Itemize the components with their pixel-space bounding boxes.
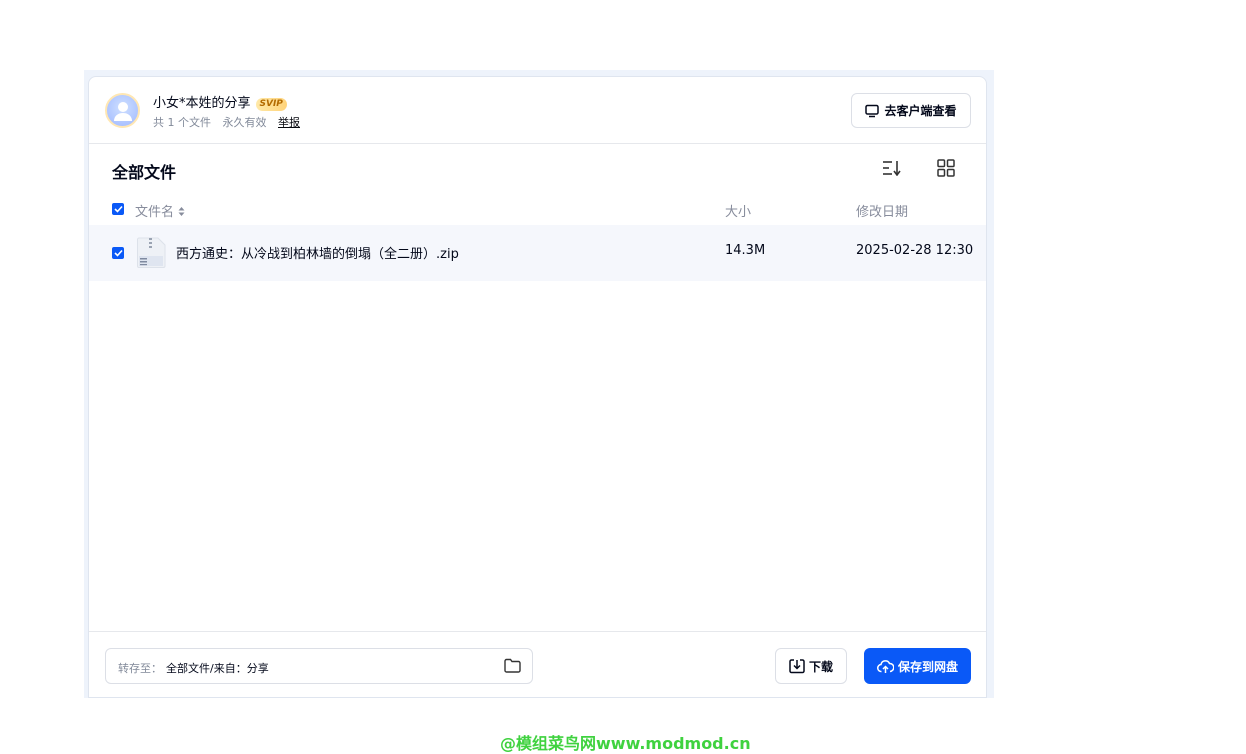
vip-badge: SVIP bbox=[255, 98, 287, 111]
cloud-upload-icon bbox=[876, 659, 894, 673]
share-owner-title: 小女*本姓的分享 SVIP bbox=[153, 92, 287, 111]
open-in-client-label: 去客户端查看 bbox=[884, 104, 957, 118]
column-header-size: 大小 bbox=[725, 205, 752, 220]
download-icon bbox=[789, 659, 805, 674]
sort-button[interactable] bbox=[881, 157, 903, 179]
save-location-selector[interactable]: 转存至： 全部文件/来自：分享 bbox=[105, 648, 533, 684]
grid-view-button[interactable] bbox=[935, 157, 957, 179]
share-footer: 转存至： 全部文件/来自：分享 下载 保存到网盘 bbox=[89, 631, 986, 697]
share-meta: 共 1 个文件 永久有效 举报 bbox=[153, 114, 300, 130]
row-checkbox[interactable] bbox=[112, 247, 124, 259]
column-name-label: 文件名 bbox=[135, 205, 175, 220]
check-icon bbox=[113, 205, 123, 213]
column-header-date: 修改日期 bbox=[856, 205, 909, 220]
save-to-label: 转存至： bbox=[118, 662, 162, 675]
watermark-text: @模组菜鸟网www.modmod.cn bbox=[500, 734, 751, 753]
validity-text: 永久有效 bbox=[222, 116, 267, 129]
grid-view-icon bbox=[937, 159, 955, 177]
folder-icon[interactable] bbox=[504, 658, 521, 673]
section-title: 全部文件 bbox=[112, 163, 177, 182]
monitor-icon bbox=[865, 104, 880, 117]
file-name[interactable]: 西方通史：从冷战到柏林墙的倒塌（全二册）.zip bbox=[176, 243, 459, 262]
download-button[interactable]: 下载 bbox=[775, 648, 847, 684]
column-header-name[interactable]: 文件名 bbox=[135, 201, 185, 220]
check-icon bbox=[113, 249, 123, 257]
file-date: 2025-02-28 12:30 bbox=[856, 243, 974, 258]
report-link[interactable]: 举报 bbox=[278, 116, 300, 129]
sort-arrows-icon bbox=[178, 207, 185, 216]
owner-title-text: 小女*本姓的分享 bbox=[153, 96, 251, 111]
avatar[interactable] bbox=[105, 93, 140, 128]
share-card: 小女*本姓的分享 SVIP 共 1 个文件 永久有效 举报 去客户端查看 全部文件 bbox=[88, 76, 987, 698]
zip-file-icon bbox=[137, 237, 166, 268]
file-count: 共 1 个文件 bbox=[153, 116, 211, 129]
save-to-netdisk-label: 保存到网盘 bbox=[897, 659, 958, 674]
select-all-checkbox[interactable] bbox=[112, 203, 124, 215]
save-to-netdisk-button[interactable]: 保存到网盘 bbox=[864, 648, 971, 684]
avatar-person-icon bbox=[114, 102, 132, 121]
download-label: 下载 bbox=[808, 659, 833, 674]
table-row[interactable]: 西方通史：从冷战到柏林墙的倒塌（全二册）.zip 14.3M 2025-02-2… bbox=[89, 225, 986, 281]
sort-icon bbox=[883, 161, 901, 176]
share-header: 小女*本姓的分享 SVIP 共 1 个文件 永久有效 举报 去客户端查看 bbox=[89, 77, 986, 144]
file-size: 14.3M bbox=[725, 243, 766, 258]
save-to-path: 全部文件/来自：分享 bbox=[166, 662, 269, 675]
open-in-client-button[interactable]: 去客户端查看 bbox=[851, 93, 971, 128]
